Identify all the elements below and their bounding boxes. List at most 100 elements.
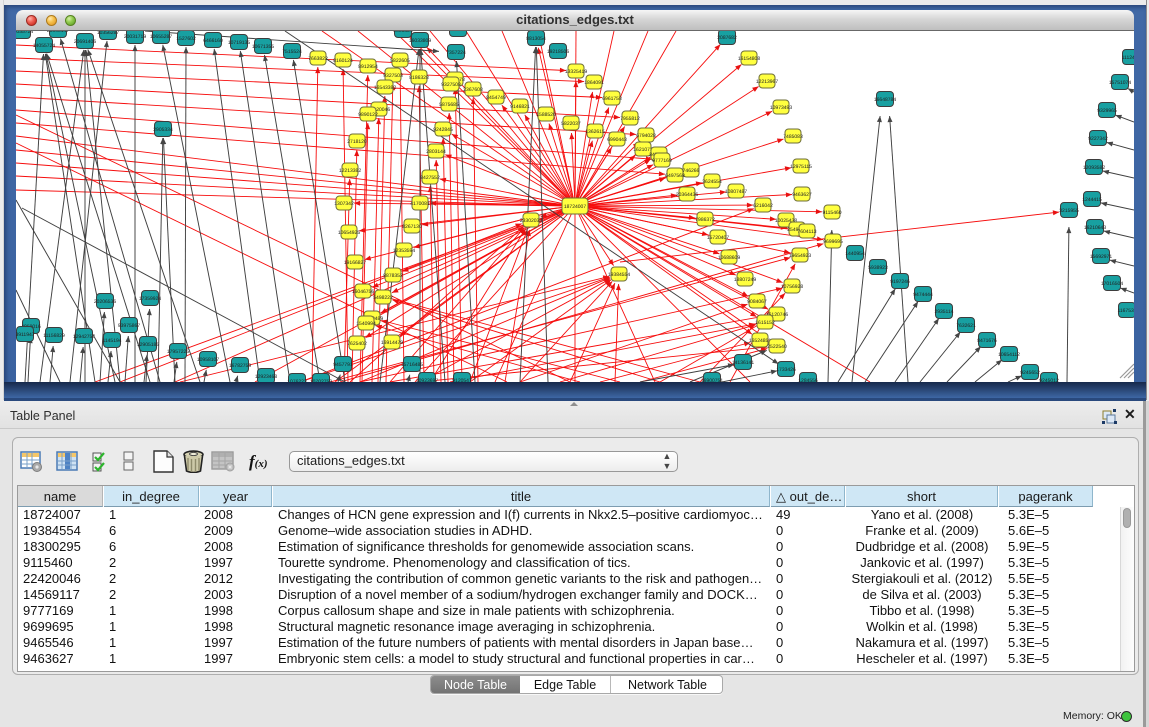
svg-text:9329965: 9329965 (1097, 108, 1117, 114)
svg-text:9890122: 9890122 (358, 112, 378, 118)
svg-text:20691406: 20691406 (74, 39, 96, 45)
svg-text:18724007: 18724007 (564, 204, 586, 210)
svg-text:8912954: 8912954 (358, 64, 378, 70)
svg-text:1145194: 1145194 (102, 338, 121, 344)
svg-text:20206536: 20206536 (94, 299, 116, 305)
svg-text:15720407: 15720407 (707, 235, 729, 241)
svg-text:9457791: 9457791 (333, 362, 353, 368)
svg-text:2803144: 2803144 (426, 149, 446, 155)
svg-text:10356287: 10356287 (97, 31, 119, 36)
svg-text:16648784: 16648784 (874, 97, 896, 103)
svg-text:13325419: 13325419 (565, 69, 587, 75)
svg-text:17359924: 17359924 (139, 296, 161, 302)
svg-text:16033809: 16033809 (409, 38, 431, 44)
svg-text:16914479: 16914479 (381, 340, 403, 346)
svg-text:6466160: 6466160 (203, 38, 223, 44)
svg-text:1167533: 1167533 (1117, 308, 1134, 314)
svg-text:2087682: 2087682 (717, 35, 737, 41)
svg-text:1362615: 1362615 (585, 129, 605, 135)
svg-text:1440954: 1440954 (845, 251, 865, 257)
svg-text:12213382: 12213382 (339, 168, 361, 174)
svg-text:20090147: 20090147 (47, 31, 69, 34)
svg-text:16154808: 16154808 (738, 56, 760, 62)
svg-text:7515524: 7515524 (282, 49, 302, 55)
svg-text:746266: 746266 (683, 168, 700, 174)
svg-text:1244415: 1244415 (1082, 197, 1102, 203)
svg-text:9245652: 9245652 (1020, 370, 1040, 376)
svg-text:17957225: 17957225 (167, 349, 189, 355)
svg-text:1540994: 1540994 (356, 321, 376, 327)
svg-text:19166827: 19166827 (344, 260, 366, 266)
svg-text:14055724: 14055724 (33, 43, 55, 49)
svg-text:10671355: 10671355 (252, 44, 274, 50)
svg-text:11156829: 11156829 (43, 333, 65, 339)
svg-text:9146821: 9146821 (510, 104, 530, 110)
svg-text:2935114: 2935114 (934, 309, 953, 315)
svg-text:9605324: 9605324 (393, 31, 413, 34)
svg-text:9699695: 9699695 (823, 239, 843, 245)
svg-text:6990443: 6990443 (607, 137, 627, 143)
svg-text:12923468: 12923468 (255, 374, 277, 380)
svg-text:5498222: 5498222 (373, 295, 393, 301)
svg-text:2905334: 2905334 (153, 127, 173, 133)
svg-text:10973493: 10973493 (770, 105, 792, 111)
svg-text:9463627: 9463627 (792, 192, 812, 198)
svg-text:12353594: 12353594 (393, 248, 415, 254)
svg-text:9777169: 9777169 (652, 158, 672, 164)
svg-text:6497568: 6497568 (665, 173, 685, 179)
svg-text:16055724: 16055724 (16, 31, 33, 35)
svg-text:16046756: 16046756 (352, 289, 374, 295)
svg-text:12093582: 12093582 (1083, 165, 1105, 171)
svg-text:8427552: 8427552 (420, 175, 440, 181)
svg-text:5822037: 5822037 (561, 121, 581, 127)
svg-text:20364436: 20364436 (676, 192, 698, 198)
svg-text:1112433: 1112433 (1122, 55, 1134, 61)
svg-text:5875685: 5875685 (439, 102, 459, 108)
svg-text:10958107: 10958107 (197, 357, 219, 363)
svg-text:9474444: 9474444 (913, 292, 933, 298)
svg-text:10688609: 10688609 (718, 255, 740, 261)
svg-text:2718120: 2718120 (347, 139, 367, 145)
svg-text:6794028: 6794028 (636, 133, 656, 139)
svg-text:2367608: 2367608 (463, 87, 483, 93)
svg-text:7986372: 7986372 (695, 217, 715, 223)
svg-text:10719135: 10719135 (228, 40, 250, 46)
svg-text:7485083: 7485083 (783, 134, 803, 140)
svg-text:16543382: 16543382 (374, 85, 396, 91)
svg-text:1588520: 1588520 (536, 112, 556, 118)
svg-text:9084067: 9084067 (747, 299, 767, 305)
svg-text:7625402: 7625402 (347, 341, 367, 347)
svg-text:12213967: 12213967 (756, 79, 778, 85)
svg-text:7604113: 7604113 (797, 229, 816, 235)
svg-text:9327508: 9327508 (441, 82, 461, 88)
svg-text:19654923: 19654923 (789, 253, 811, 259)
svg-text:10654112: 10654112 (998, 352, 1020, 358)
svg-text:10807487: 10807487 (725, 189, 747, 195)
svg-text:1076223: 1076223 (287, 379, 307, 382)
svg-text:9242845: 9242845 (433, 127, 453, 133)
svg-text:16900751: 16900751 (701, 378, 723, 382)
svg-text:9327503: 9327503 (383, 73, 403, 79)
svg-text:9120547: 9120547 (452, 378, 472, 382)
svg-text:6961758: 6961758 (602, 96, 622, 102)
svg-text:8878352: 8878352 (383, 273, 403, 279)
svg-text:1307342: 1307342 (334, 201, 354, 207)
svg-text:15692971: 15692971 (1090, 254, 1112, 260)
svg-text:23302033: 23302033 (520, 218, 542, 224)
svg-text:3624554: 3624554 (702, 179, 722, 185)
svg-text:7632621: 7632621 (956, 323, 976, 329)
svg-text:15716485: 15716485 (401, 362, 423, 368)
svg-text:7663822: 7663822 (308, 56, 328, 62)
svg-text:19218506: 19218506 (547, 49, 569, 55)
svg-text:9115460: 9115460 (822, 210, 841, 216)
svg-text:93975867: 93975867 (118, 323, 140, 329)
svg-text:10923697: 10923697 (416, 378, 438, 382)
svg-text:10756928: 10756928 (781, 284, 803, 290)
svg-text:17016504: 17016504 (1101, 281, 1123, 287)
svg-text:12942757: 12942757 (73, 334, 95, 340)
svg-text:1864091: 1864091 (584, 80, 604, 86)
svg-text:1527602: 1527602 (176, 36, 196, 42)
svg-text:9245012: 9245012 (1039, 378, 1059, 382)
svg-text:7357224: 7357224 (446, 50, 466, 56)
svg-text:7955812: 7955812 (620, 116, 640, 122)
